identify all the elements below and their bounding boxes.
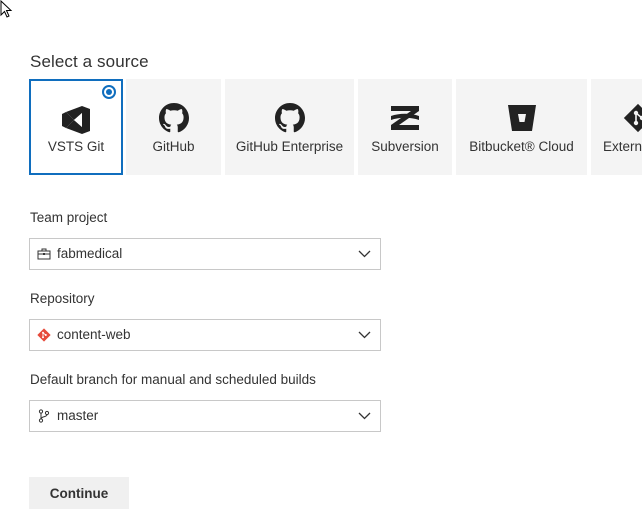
source-tile-external-git[interactable]: External Git	[591, 79, 642, 175]
team-project-value: fabmedical	[57, 246, 123, 261]
selected-radio-indicator	[102, 85, 116, 99]
team-project-label: Team project	[30, 210, 108, 225]
source-tile-vsts-git[interactable]: VSTS Git	[29, 79, 123, 175]
branch-icon	[38, 409, 50, 423]
vsts-git-icon	[59, 103, 93, 137]
github-icon	[157, 101, 191, 135]
source-label: GitHub Enterprise	[235, 139, 344, 154]
repository-label: Repository	[30, 291, 95, 306]
continue-button[interactable]: Continue	[29, 477, 129, 509]
source-picker: VSTS Git GitHub GitHub Enterprise Subver…	[29, 79, 642, 175]
default-branch-label: Default branch for manual and scheduled …	[30, 372, 316, 387]
chevron-down-icon	[358, 412, 371, 420]
git-repo-icon	[37, 328, 51, 342]
source-tile-github[interactable]: GitHub	[126, 79, 221, 175]
chevron-down-icon	[358, 250, 371, 258]
source-label: VSTS Git	[47, 139, 105, 154]
default-branch-dropdown[interactable]: master	[29, 400, 381, 432]
external-git-icon	[621, 101, 642, 135]
source-label: Bitbucket® Cloud	[469, 139, 574, 154]
github-enterprise-icon	[273, 101, 307, 135]
repository-dropdown[interactable]: content-web	[29, 319, 381, 351]
project-icon	[37, 248, 51, 260]
mouse-cursor-icon	[0, 0, 13, 18]
default-branch-value: master	[57, 408, 99, 423]
source-tile-bitbucket-cloud[interactable]: Bitbucket® Cloud	[456, 79, 587, 175]
page: Select a source VSTS Git GitHub GitHub E…	[0, 0, 642, 516]
source-label: External Git	[603, 139, 642, 154]
subversion-icon	[388, 101, 422, 135]
team-project-dropdown[interactable]: fabmedical	[29, 238, 381, 270]
source-tile-subversion[interactable]: Subversion	[358, 79, 452, 175]
select-source-heading: Select a source	[30, 52, 149, 71]
repository-value: content-web	[57, 327, 131, 342]
source-label: GitHub	[152, 139, 195, 154]
source-tile-github-enterprise[interactable]: GitHub Enterprise	[225, 79, 354, 175]
bitbucket-icon	[505, 101, 539, 135]
source-label: Subversion	[371, 139, 439, 154]
chevron-down-icon	[358, 331, 371, 339]
